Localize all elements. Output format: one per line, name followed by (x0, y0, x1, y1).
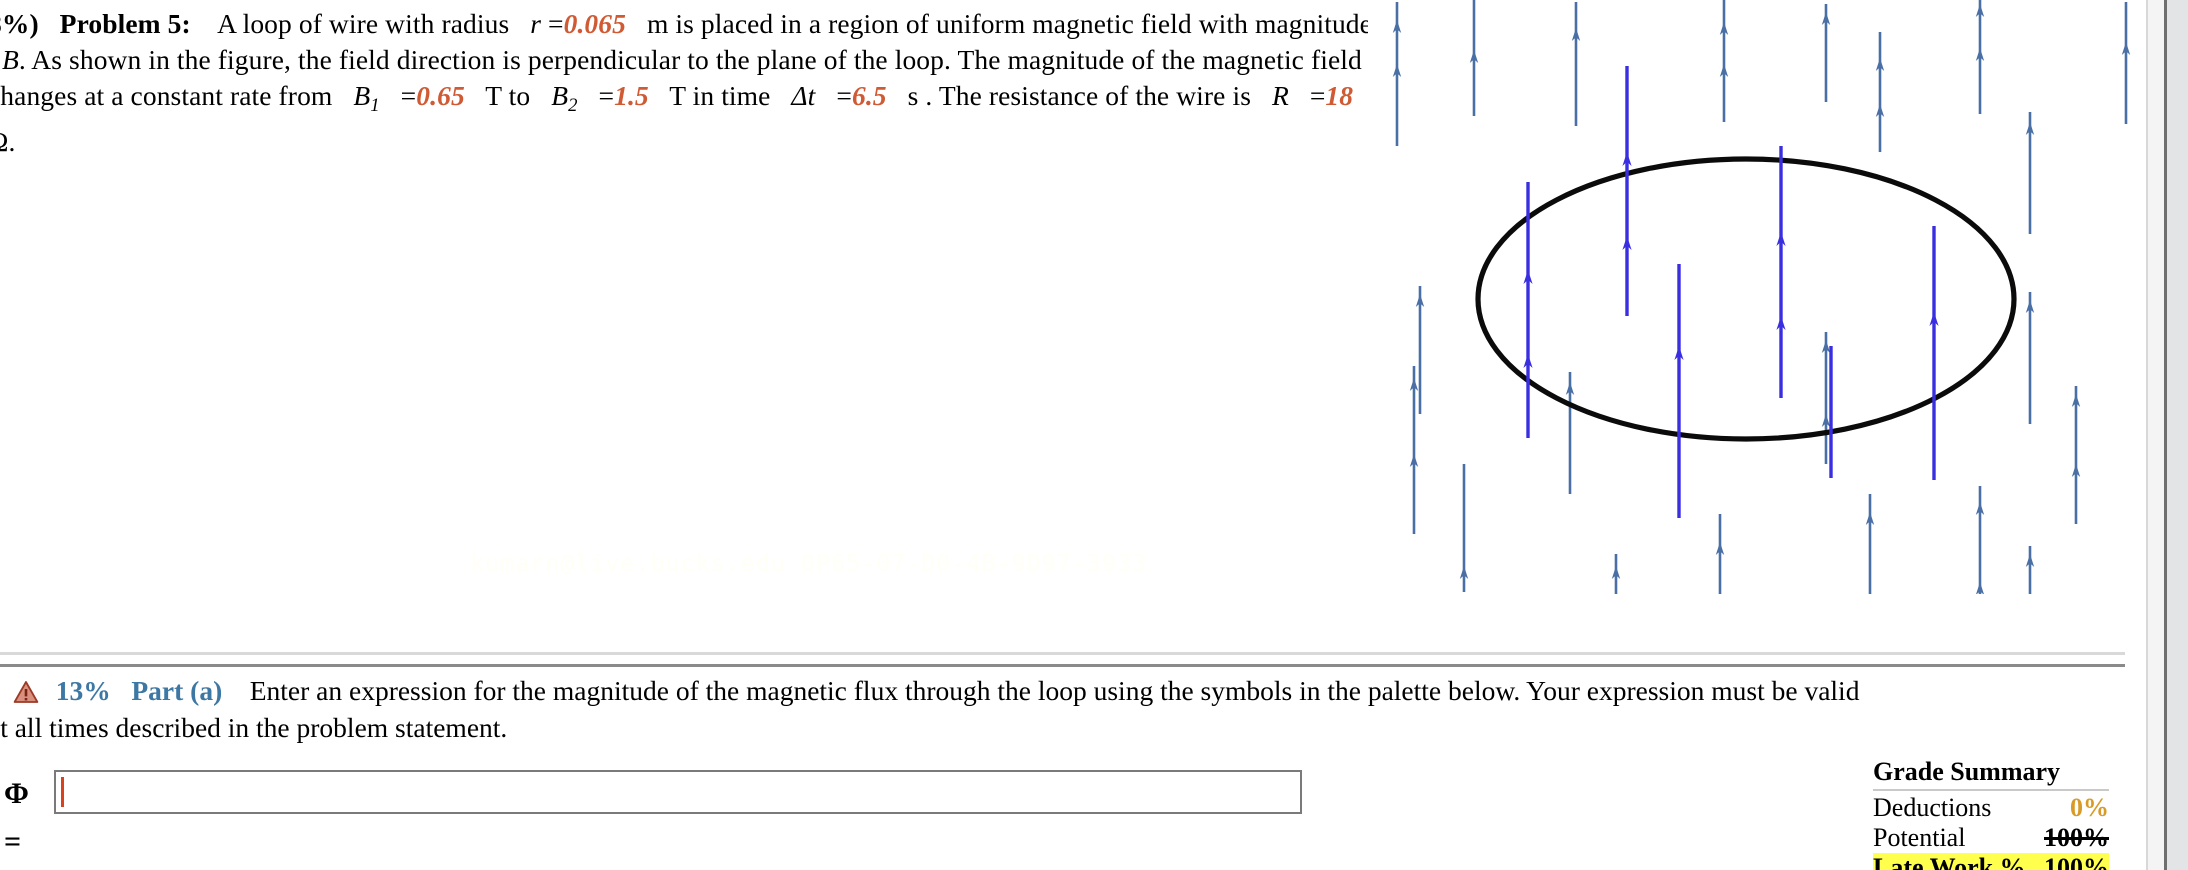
value-B2: 1.5 (614, 80, 649, 111)
grade-label-potential: Potential (1873, 823, 1966, 852)
symbol-B: B (1, 44, 19, 75)
warning-triangle-icon (13, 676, 39, 703)
grade-summary-title: Grade Summary (1873, 757, 2061, 786)
value-delta-t: 6.5 (851, 80, 887, 111)
part-a-name: Part (a) (131, 675, 223, 706)
part-a-prompt-line1: Enter an expression for the magnitude of… (249, 675, 1860, 706)
problem-percent: 8%) (0, 8, 39, 39)
part-a-percent: 13% (55, 675, 111, 706)
equals-3: = (598, 80, 615, 111)
problem-sentence-5: T in time (669, 80, 771, 111)
symbol-r: r (530, 8, 542, 39)
document-scroll-area[interactable]: 8%) Problem 5: A loop of wire with radiu… (0, 0, 2146, 870)
equals-5: = (1309, 80, 1326, 111)
problem-statement: 8%) Problem 5: A loop of wire with radiu… (0, 0, 1400, 160)
problem-label: Problem 5: (59, 8, 191, 39)
part-a-block: 13% Part (a) Enter an expression for the… (0, 672, 2130, 746)
divider-dark (0, 664, 2125, 667)
problem-sentence-1: A loop of wire with radius (217, 8, 510, 39)
grade-summary-rule (1873, 789, 2109, 791)
grade-value-late-work: 100% (2044, 853, 2109, 870)
divider-light (0, 652, 2125, 655)
session-watermark: kumarn@live.bucks.edu 0P65-07-D0-4B-9D97… (470, 551, 1148, 577)
grade-summary-panel: Grade Summary Deductions 0% Potential 10… (1873, 757, 2111, 870)
grade-label-late-work: Late Work % (1873, 853, 2026, 870)
answer-input[interactable] (54, 770, 1302, 814)
symbol-B2: B (551, 80, 569, 111)
unit-ohm: Ω. (0, 125, 16, 157)
grade-row-potential: Potential 100% (1873, 823, 2109, 853)
grade-label-deductions: Deductions (1873, 793, 1992, 822)
value-r: 0.065 (563, 8, 626, 39)
equals-2: = (400, 80, 417, 111)
value-B1: 0.65 (416, 80, 465, 111)
symbol-delta-t: Δt (791, 80, 816, 111)
symbol-B1: B (353, 80, 371, 111)
right-side-panel[interactable] (2164, 0, 2188, 870)
text-caret (61, 777, 64, 807)
magnetic-field-figure (1368, 0, 2146, 594)
homework-page: 8%) Problem 5: A loop of wire with radiu… (0, 0, 2188, 870)
problem-text: 8%) Problem 5: A loop of wire with radiu… (0, 6, 1383, 160)
value-R: 18 (1325, 80, 1354, 111)
problem-sentence-6: s . The resistance of the wire is (907, 80, 1251, 111)
problem-sentence-4: T to (485, 80, 531, 111)
subscript-1: 1 (370, 94, 380, 116)
equals-1: = (548, 8, 564, 39)
subscript-2: 2 (568, 94, 578, 116)
equals-4: = (836, 80, 852, 111)
part-a-header-line: 13% Part (a) Enter an expression for the… (0, 672, 2118, 709)
flux-label: Φ = (4, 777, 29, 858)
grade-row-late-work: Late Work % 100% (1873, 853, 2109, 870)
part-a-prompt-line2: at all times described in the problem st… (0, 712, 508, 743)
grade-value-potential: 100% (2044, 823, 2109, 852)
part-a-prompt-line2-wrap: at all times described in the problem st… (0, 709, 2118, 746)
grade-row-deductions: Deductions 0% (1873, 793, 2109, 823)
symbol-R: R (1271, 80, 1289, 111)
problem-sentence-2: m is placed in a region of uniform magne… (646, 8, 1372, 39)
grade-value-deductions: 0% (2070, 793, 2109, 822)
